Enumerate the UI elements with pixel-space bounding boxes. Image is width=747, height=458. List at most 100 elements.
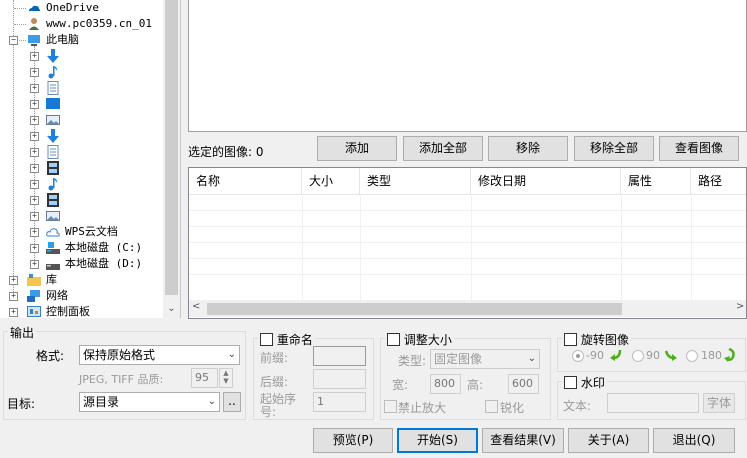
expand-icon[interactable]: +	[9, 308, 18, 317]
quality-input[interactable]: 95	[191, 368, 218, 388]
watermark-text-label: 文本:	[563, 399, 592, 413]
watermark-text-input[interactable]	[607, 393, 699, 413]
sharpen-checkbox[interactable]	[485, 400, 498, 413]
column-header-path[interactable]: 路径	[691, 168, 747, 194]
quality-spinner[interactable]: ▲ ▼	[219, 368, 233, 388]
font-button[interactable]: 字体	[703, 393, 735, 413]
resize-type-select[interactable]: 固定图像 ⌄	[430, 349, 540, 369]
tree-item-drive-d[interactable]: + 本地磁盘 (D:)	[0, 256, 160, 272]
format-select[interactable]: 保持原始格式 ⌄	[79, 345, 240, 365]
resize-title[interactable]: 调整大小	[385, 331, 454, 348]
expand-icon[interactable]: +	[30, 164, 39, 173]
watermark-checkbox[interactable]	[564, 376, 577, 389]
exit-button[interactable]: 退出(Q)	[653, 428, 735, 453]
suffix-input[interactable]	[313, 369, 366, 389]
tree-item-folder[interactable]: +	[0, 80, 160, 96]
remove-button[interactable]: 移除	[488, 136, 568, 161]
rename-checkbox[interactable]	[260, 333, 273, 346]
expand-icon[interactable]: +	[30, 228, 39, 237]
expand-icon[interactable]: +	[30, 212, 39, 221]
height-input[interactable]: 600	[508, 374, 539, 394]
expand-icon[interactable]: +	[9, 292, 18, 301]
expand-icon[interactable]: +	[30, 84, 39, 93]
tree-item-onedrive[interactable]: OneDrive	[0, 0, 160, 16]
videos-icon	[47, 193, 59, 207]
documents-icon	[47, 145, 59, 159]
rotate-left-icon	[610, 349, 622, 361]
width-input[interactable]: 800	[430, 374, 461, 394]
start-button[interactable]: 开始(S)	[397, 428, 478, 453]
start-number-input[interactable]: 1	[313, 392, 366, 412]
view-images-button[interactable]: 查看图像	[659, 136, 739, 161]
tree-scroll-thumb[interactable]	[165, 0, 178, 295]
tree-item-control-panel[interactable]: + 控制面板	[0, 304, 160, 318]
preview-button[interactable]: 预览(P)	[313, 428, 393, 453]
tree-item-folder[interactable]: +	[0, 176, 160, 192]
target-select[interactable]: 源目录 ⌄	[79, 392, 220, 412]
expand-icon[interactable]: +	[30, 244, 39, 253]
folder-tree[interactable]: OneDrive www.pc0359.cn_01 − 此电脑 + + + + …	[0, 0, 181, 318]
column-header-type[interactable]: 类型	[360, 168, 471, 194]
watermark-title[interactable]: 水印	[562, 374, 607, 391]
column-header-size[interactable]: 大小	[302, 168, 360, 194]
expand-icon[interactable]: +	[30, 196, 39, 205]
rotate-minus90-radio[interactable]	[572, 350, 584, 362]
scroll-right-icon[interactable]: >	[736, 301, 744, 312]
expand-icon[interactable]: +	[30, 180, 39, 189]
tree-item-drive-c[interactable]: + 本地磁盘 (C:)	[0, 240, 160, 256]
column-header-attributes[interactable]: 属性	[621, 168, 691, 194]
expand-icon[interactable]: +	[30, 132, 39, 141]
tree-item-this-pc[interactable]: − 此电脑	[0, 32, 160, 48]
collapse-icon[interactable]: −	[9, 36, 18, 45]
column-header-name[interactable]: 名称	[189, 168, 302, 194]
scroll-down-icon[interactable]: ⌄	[165, 302, 178, 316]
expand-icon[interactable]: +	[30, 116, 39, 125]
tree-item-folder[interactable]: +	[0, 48, 160, 64]
expand-icon[interactable]: +	[30, 148, 39, 157]
prefix-input[interactable]	[313, 346, 366, 366]
tree-item-folder[interactable]: +	[0, 144, 160, 160]
tree-item-folder[interactable]: +	[0, 208, 160, 224]
add-all-button[interactable]: 添加全部	[403, 136, 483, 161]
expand-icon[interactable]: +	[30, 260, 39, 269]
view-results-button[interactable]: 查看结果(V)	[482, 428, 564, 453]
videos-icon	[47, 161, 59, 175]
list-scroll-thumb[interactable]	[207, 303, 622, 315]
tree-item-folder[interactable]: +	[0, 112, 160, 128]
rotate-checkbox[interactable]	[564, 333, 577, 346]
network-icon	[27, 290, 40, 302]
remove-all-button[interactable]: 移除全部	[574, 136, 654, 161]
expand-icon[interactable]: +	[30, 52, 39, 61]
scroll-left-icon[interactable]: <	[192, 301, 200, 312]
browse-button[interactable]: ..	[223, 392, 241, 412]
add-button[interactable]: 添加	[317, 136, 397, 161]
tree-item-wps-cloud[interactable]: + WPS云文档	[0, 224, 160, 240]
tree-item-network[interactable]: + 网络	[0, 288, 160, 304]
tree-item-folder[interactable]: +	[0, 128, 160, 144]
tree-item-folder[interactable]: +	[0, 192, 160, 208]
tree-item-library[interactable]: + 库	[0, 272, 160, 288]
expand-icon[interactable]: +	[30, 68, 39, 77]
format-label: 格式:	[36, 349, 65, 363]
image-preview-pane	[188, 0, 747, 132]
about-button[interactable]: 关于(A)	[568, 428, 649, 453]
tree-item-folder[interactable]: +	[0, 96, 160, 112]
tree-item-folder[interactable]: +	[0, 64, 160, 80]
tree-item-user[interactable]: www.pc0359.cn_01	[0, 16, 160, 32]
tree-item-folder[interactable]: +	[0, 160, 160, 176]
rotate-90-radio[interactable]	[632, 350, 644, 362]
pictures-icon	[46, 115, 60, 125]
downloads-icon	[47, 129, 59, 143]
no-enlarge-checkbox[interactable]	[384, 400, 397, 413]
expand-icon[interactable]: +	[30, 100, 39, 109]
rotate-minus90-label: -90	[586, 349, 604, 362]
expand-icon[interactable]: +	[9, 276, 18, 285]
image-list[interactable]: 名称 大小 类型 修改日期 属性 路径	[188, 167, 747, 319]
column-header-modified[interactable]: 修改日期	[471, 168, 621, 194]
rotate-title[interactable]: 旋转图像	[562, 331, 631, 348]
music-icon	[48, 178, 58, 191]
rename-title[interactable]: 重命名	[258, 331, 315, 348]
resize-checkbox[interactable]	[387, 333, 400, 346]
rotate-180-radio[interactable]	[686, 350, 698, 362]
rotate-180-label: 180	[701, 349, 722, 362]
